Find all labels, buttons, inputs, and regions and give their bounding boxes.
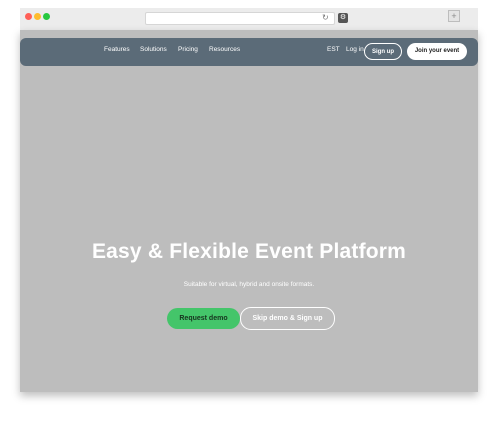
nav-pricing[interactable]: Pricing — [178, 46, 198, 53]
hero-title: Easy & Flexible Event Platform — [91, 240, 407, 263]
nav-solutions[interactable]: Solutions — [140, 46, 167, 53]
nav-resources[interactable]: Resources — [209, 46, 240, 53]
request-demo-button[interactable]: Request demo — [167, 308, 240, 329]
login-link[interactable]: Log in — [346, 46, 364, 53]
maximize-window-button[interactable] — [43, 13, 50, 20]
join-event-button[interactable]: Join your event — [407, 43, 467, 60]
browser-toolbar: ↻ ⚙ — [20, 8, 478, 30]
minimize-window-button[interactable] — [34, 13, 41, 20]
new-tab-icon[interactable]: + — [448, 10, 460, 22]
hero-subtitle: Suitable for virtual, hybrid and onsite … — [183, 281, 315, 288]
signup-button[interactable]: Sign up — [364, 43, 402, 60]
page-viewport: Features Solutions Pricing Resources EST… — [20, 30, 478, 392]
nav-features[interactable]: Features — [104, 46, 130, 53]
extension-icon[interactable]: ⚙ — [338, 13, 348, 23]
skip-demo-signup-button[interactable]: Skip demo & Sign up — [240, 307, 335, 330]
address-bar[interactable] — [145, 12, 335, 25]
top-navbar: Features Solutions Pricing Resources EST… — [20, 38, 478, 66]
language-selector[interactable]: EST — [327, 46, 340, 53]
close-window-button[interactable] — [25, 13, 32, 20]
reload-icon[interactable]: ↻ — [322, 12, 329, 24]
